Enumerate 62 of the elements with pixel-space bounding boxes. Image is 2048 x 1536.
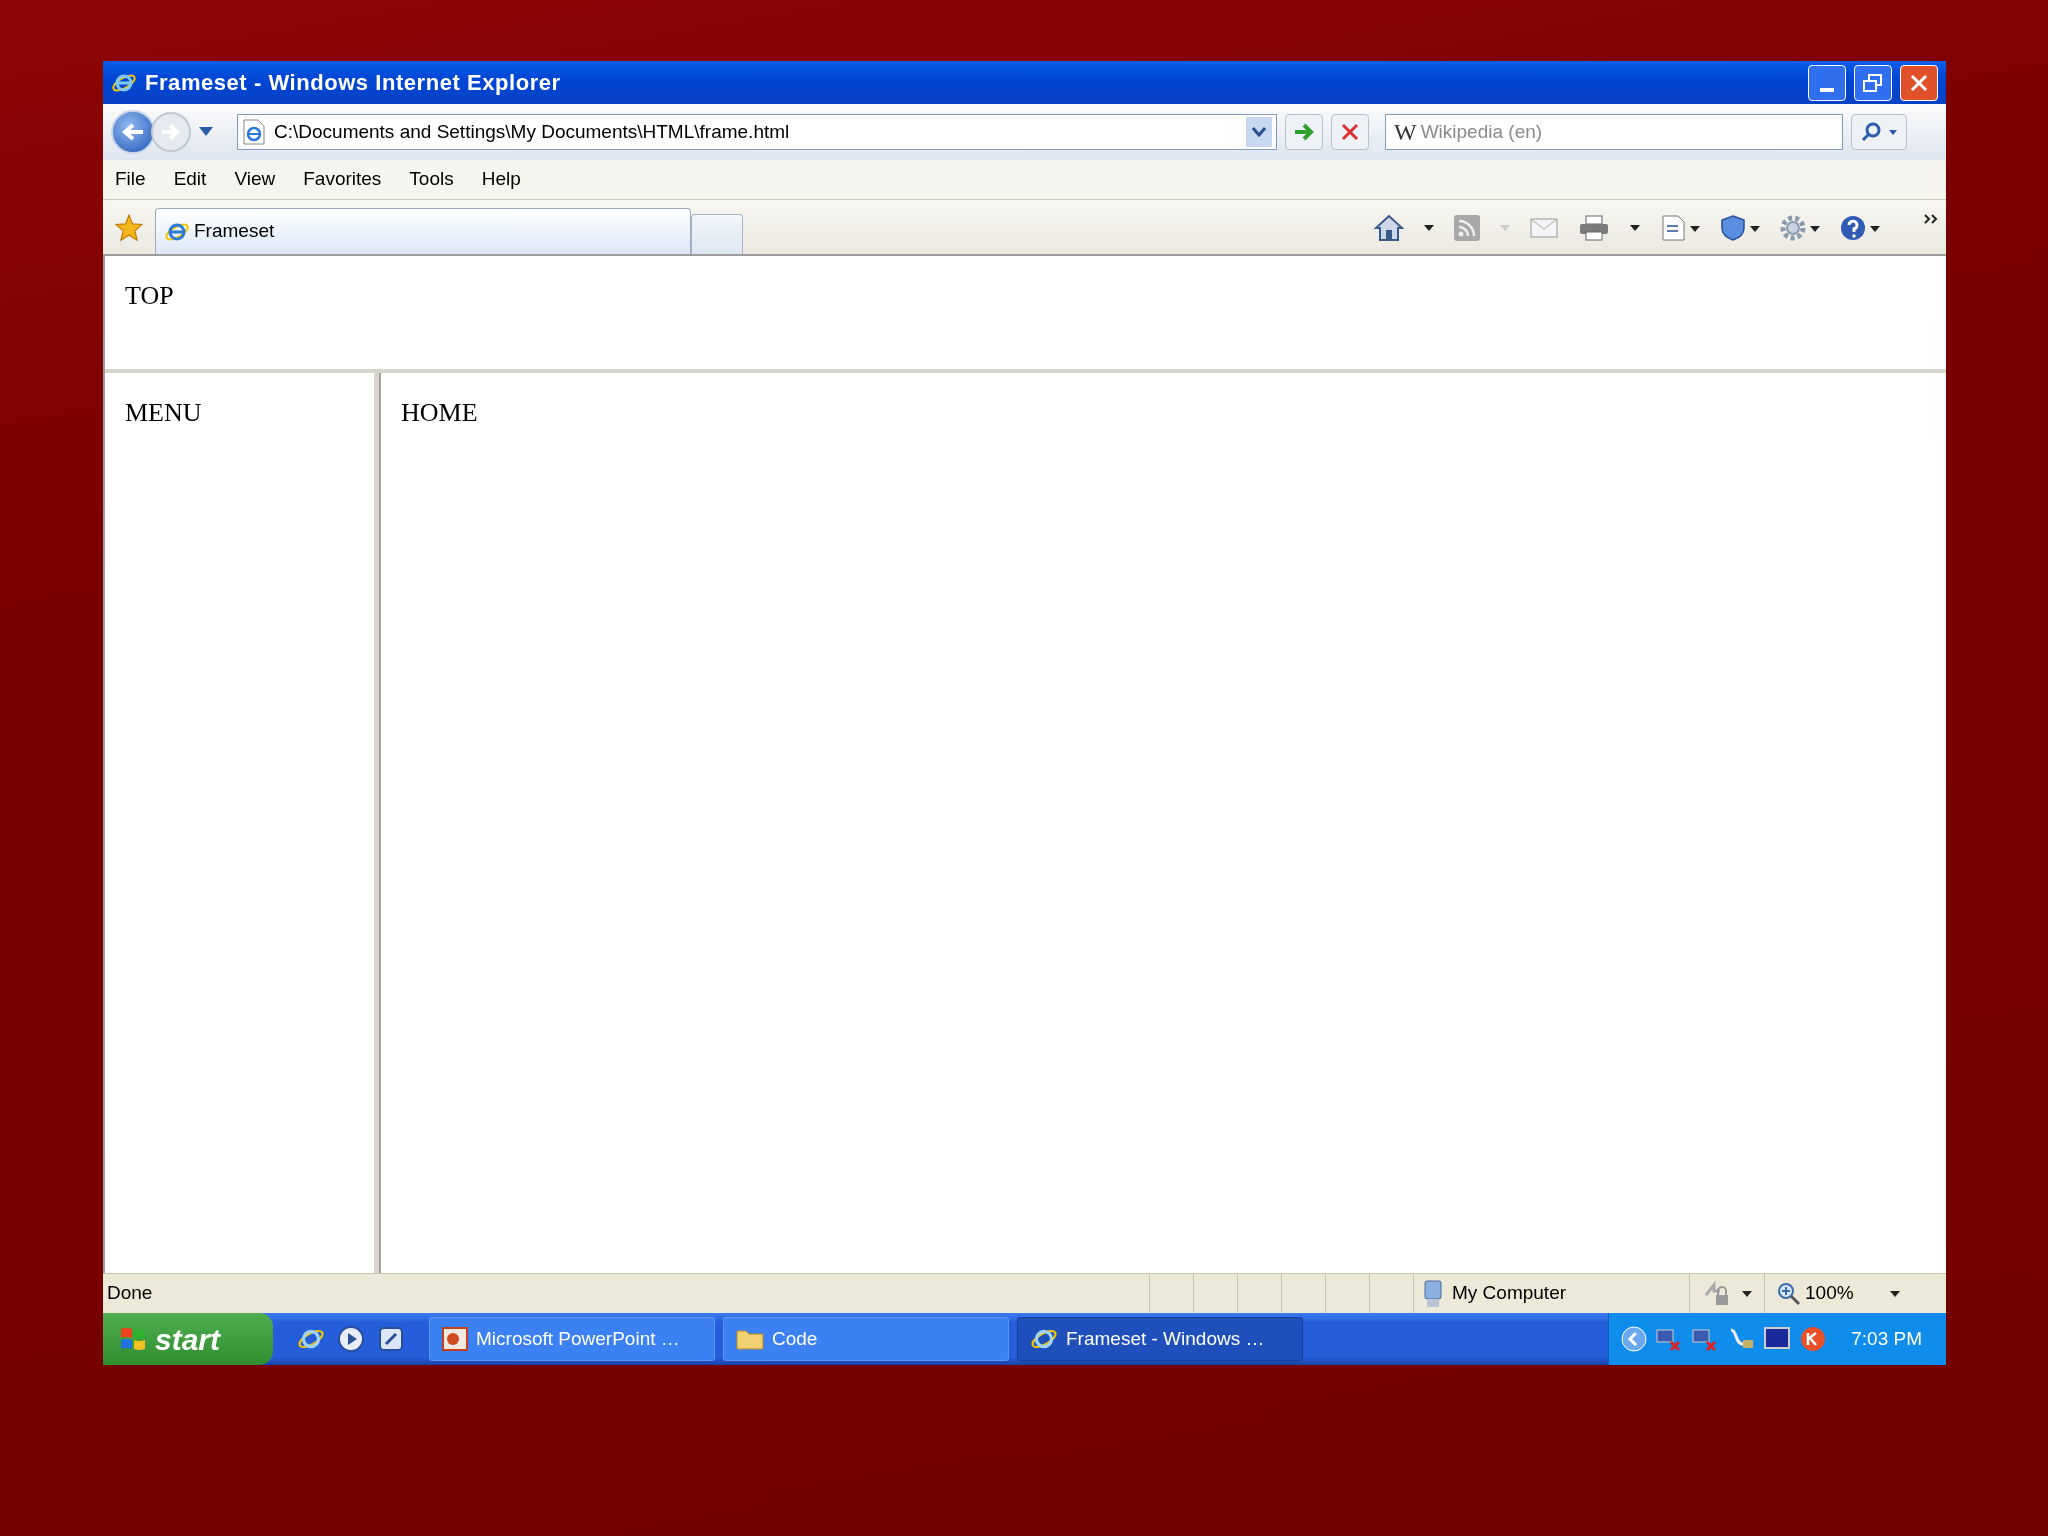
back-arrow-icon — [121, 122, 145, 142]
computer-icon — [1422, 1279, 1444, 1308]
chevron-down-icon — [1252, 127, 1266, 137]
chevron-left-icon[interactable] — [1621, 1326, 1648, 1352]
taskbar-button[interactable]: Code — [723, 1317, 1009, 1361]
menu-item[interactable]: Edit — [173, 165, 207, 194]
settings-icon[interactable] — [1780, 214, 1820, 242]
taskbar-button[interactable]: Frameset - Windows … — [1017, 1317, 1303, 1361]
menu-item[interactable]: Help — [481, 165, 521, 194]
chevron-right-icon[interactable] — [1924, 214, 1938, 224]
tab[interactable]: Frameset — [155, 208, 691, 254]
stop-icon — [1341, 123, 1359, 141]
back-button[interactable] — [111, 110, 155, 154]
window-title: Frameset - Windows Internet Explorer — [145, 69, 561, 97]
search-field[interactable]: W Wikipedia (en) — [1385, 114, 1843, 150]
menu-item[interactable]: Tools — [409, 165, 454, 194]
clock: 7:03 PM — [1851, 1326, 1922, 1351]
address-field[interactable]: C:\Documents and Settings\My Documents\HTML\frame.html — [237, 114, 1277, 150]
frame-text: HOME — [401, 398, 478, 427]
caret-icon[interactable] — [1630, 225, 1640, 231]
help-menu-icon[interactable] — [1840, 214, 1880, 242]
go-button[interactable] — [1285, 114, 1323, 150]
media-player-icon[interactable] — [337, 1325, 365, 1353]
folder-icon — [736, 1327, 764, 1351]
dropdown-caret-icon[interactable] — [199, 127, 213, 137]
close-icon — [1910, 73, 1928, 92]
home-icon[interactable] — [1374, 214, 1404, 242]
frame-text: MENU — [125, 398, 202, 427]
search-input: Wikipedia (en) — [1420, 117, 1834, 147]
search-icon — [1861, 122, 1881, 142]
printer-icon[interactable] — [1578, 214, 1610, 242]
favorites-star-icon[interactable] — [115, 214, 143, 242]
restore-icon — [1863, 73, 1883, 92]
restore-button[interactable] — [1854, 64, 1892, 101]
minimize-button[interactable] — [1808, 64, 1846, 101]
shield-menu-icon[interactable] — [1720, 214, 1760, 242]
stop-button[interactable] — [1331, 114, 1369, 150]
taskbar-button[interactable]: Microsoft PowerPoint … — [429, 1317, 715, 1361]
slides-app-icon — [442, 1326, 468, 1352]
search-engine-logo: W — [1394, 118, 1417, 147]
minimize-icon — [1820, 87, 1834, 92]
close-button[interactable] — [1900, 64, 1938, 101]
frame-text: TOP — [125, 281, 174, 310]
monitor-icon[interactable] — [1763, 1326, 1792, 1352]
windows-logo-icon — [119, 1325, 147, 1353]
menu-item[interactable]: View — [234, 165, 276, 194]
menu-item[interactable]: File — [115, 165, 146, 194]
menu-item[interactable]: Favorites — [303, 165, 382, 194]
caret-icon[interactable] — [1424, 225, 1434, 231]
address-text: C:\Documents and Settings\My Documents\HTML\frame.html — [274, 119, 791, 144]
caret-icon[interactable] — [1742, 1290, 1752, 1297]
forward-arrow-icon — [160, 123, 182, 141]
address-dropdown-button[interactable] — [1246, 117, 1272, 147]
caret-icon — [1889, 1290, 1900, 1297]
search-button[interactable] — [1851, 114, 1907, 150]
caret-icon — [1889, 129, 1897, 135]
zoom-icon — [1777, 1281, 1801, 1306]
page-menu-icon[interactable] — [1660, 214, 1700, 242]
page-icon — [242, 119, 266, 145]
arrow-right-icon — [1293, 123, 1315, 141]
security-zone-text: My Computer — [1452, 1281, 1567, 1306]
status-text: Done — [106, 1281, 154, 1306]
